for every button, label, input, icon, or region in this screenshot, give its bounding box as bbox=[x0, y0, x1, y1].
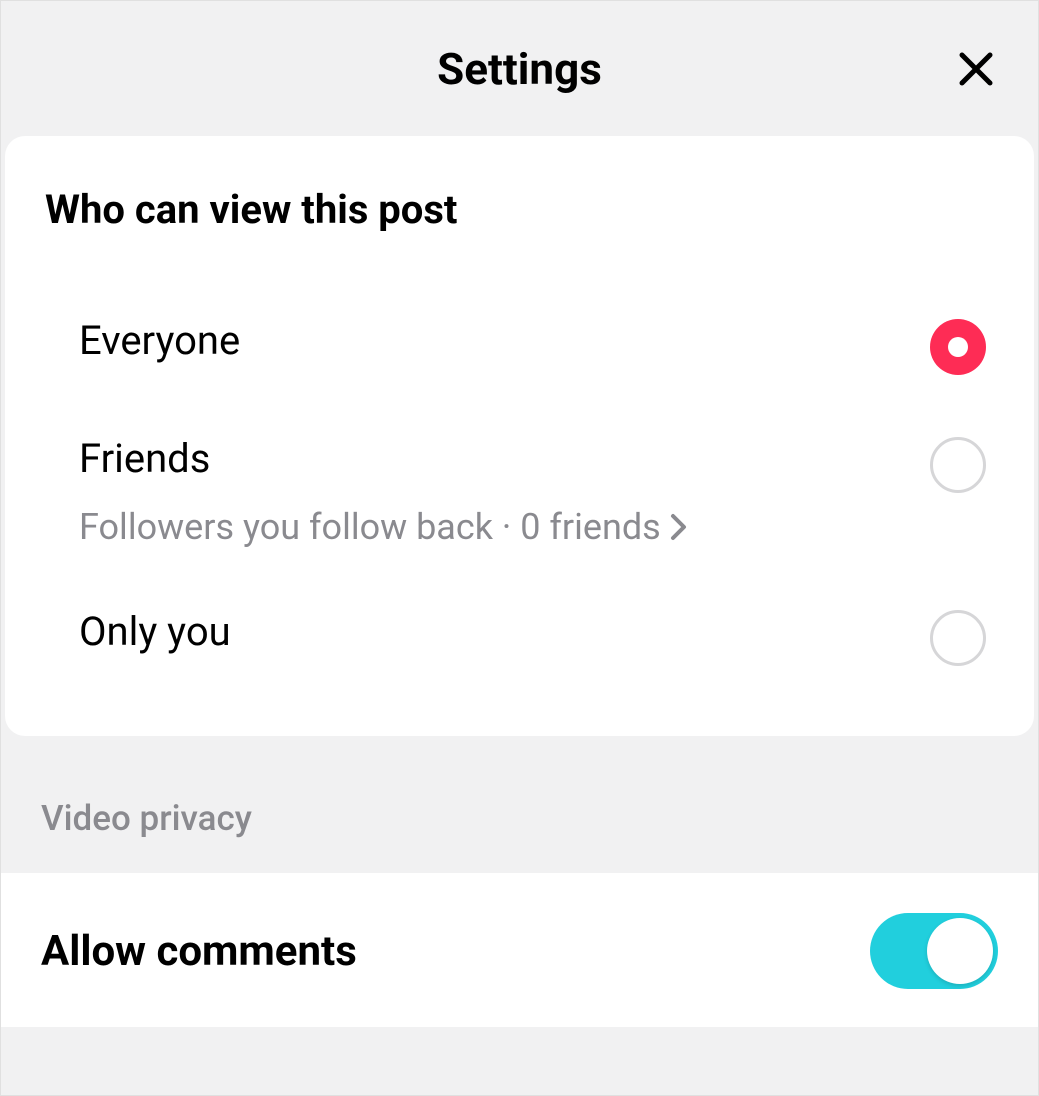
radio-unselected-icon bbox=[930, 610, 986, 666]
radio-unselected-icon bbox=[930, 437, 986, 493]
chevron-right-icon bbox=[669, 512, 689, 542]
option-label: Everyone bbox=[79, 317, 240, 364]
close-icon bbox=[958, 51, 994, 87]
radio-selected-icon bbox=[930, 319, 986, 375]
visibility-option-everyone[interactable]: Everyone bbox=[45, 287, 994, 405]
settings-header: Settings bbox=[1, 1, 1038, 136]
allow-comments-row: Allow comments bbox=[1, 873, 1038, 1027]
visibility-section-title: Who can view this post bbox=[45, 186, 994, 233]
visibility-option-friends[interactable]: Friends Followers you follow back · 0 fr… bbox=[45, 405, 994, 578]
page-title: Settings bbox=[437, 43, 602, 95]
option-sublabel: Followers you follow back · 0 friends bbox=[79, 506, 689, 548]
allow-comments-toggle[interactable] bbox=[870, 913, 998, 989]
option-label: Only you bbox=[79, 608, 231, 655]
allow-comments-label: Allow comments bbox=[41, 927, 357, 976]
option-label: Friends bbox=[79, 435, 689, 482]
visibility-card: Who can view this post Everyone Friends … bbox=[5, 136, 1034, 736]
close-button[interactable] bbox=[956, 49, 996, 89]
video-privacy-header: Video privacy bbox=[1, 736, 1038, 873]
visibility-option-only-you[interactable]: Only you bbox=[45, 578, 994, 696]
